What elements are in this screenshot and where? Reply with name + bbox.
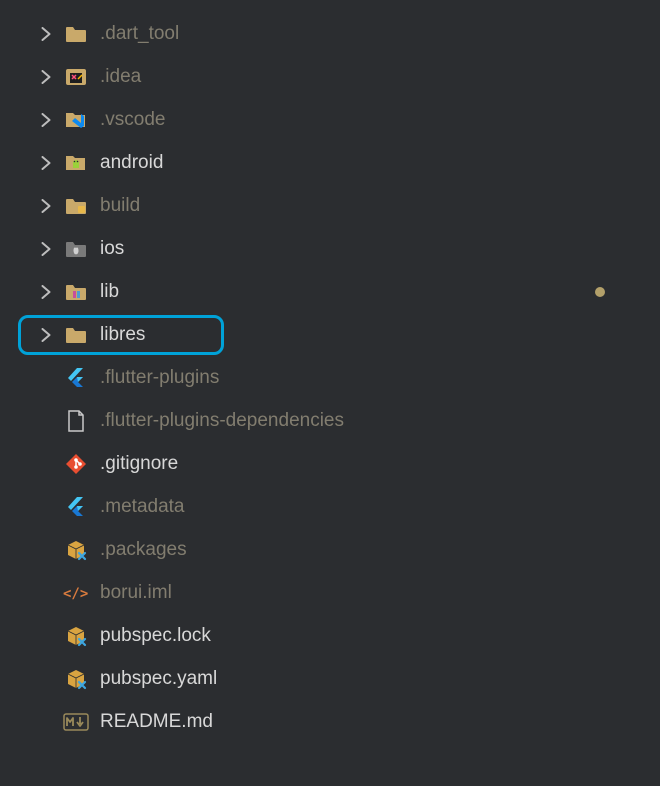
tree-item-label: .gitignore	[100, 453, 178, 475]
chevron-spacer	[36, 497, 56, 517]
flutter-icon	[62, 493, 90, 521]
tree-item--flutter-plugins-dependencies[interactable]: .flutter-plugins-dependencies	[18, 399, 595, 442]
modified-dot-icon	[595, 287, 605, 297]
tree-item-android[interactable]: android	[18, 141, 595, 184]
markdown-icon	[62, 708, 90, 736]
tree-item-label: android	[100, 152, 163, 174]
chevron-spacer	[36, 669, 56, 689]
file-tree: .dart_tool .idea .vscode android build ios lib…	[0, 0, 595, 743]
tree-item-label: libres	[100, 324, 145, 346]
tree-item-label: build	[100, 195, 140, 217]
chevron-spacer	[36, 583, 56, 603]
tree-item-pubspec-lock[interactable]: pubspec.lock	[18, 614, 595, 657]
package-icon	[62, 536, 90, 564]
tree-item-readme-md[interactable]: README.md	[18, 700, 595, 743]
git-icon	[62, 450, 90, 478]
chevron-right-icon[interactable]	[36, 196, 56, 216]
chevron-spacer	[36, 411, 56, 431]
package-icon	[62, 622, 90, 650]
iml-icon: </>	[62, 579, 90, 607]
tree-item-label: ios	[100, 238, 124, 260]
chevron-right-icon[interactable]	[36, 325, 56, 345]
tree-item--vscode[interactable]: .vscode	[18, 98, 595, 141]
tree-item-label: .flutter-plugins	[100, 367, 219, 389]
chevron-spacer	[36, 454, 56, 474]
svg-text:</>: </>	[63, 586, 88, 602]
chevron-right-icon[interactable]	[36, 110, 56, 130]
chevron-spacer	[36, 368, 56, 388]
chevron-spacer	[36, 540, 56, 560]
tree-item-label: pubspec.lock	[100, 625, 211, 647]
tree-item-build[interactable]: build	[18, 184, 595, 227]
tree-item-label: .dart_tool	[100, 23, 179, 45]
tree-item--idea[interactable]: .idea	[18, 55, 595, 98]
folder-android-icon	[62, 149, 90, 177]
tree-item-label: .vscode	[100, 109, 165, 131]
flutter-icon	[62, 364, 90, 392]
tree-item-label: .idea	[100, 66, 141, 88]
folder-build-icon	[62, 192, 90, 220]
tree-item-label: .metadata	[100, 496, 185, 518]
tree-item--packages[interactable]: .packages	[18, 528, 595, 571]
file-icon	[62, 407, 90, 435]
tree-item-label: .packages	[100, 539, 187, 561]
chevron-right-icon[interactable]	[36, 24, 56, 44]
tree-item-borui-iml[interactable]: </> borui.iml	[18, 571, 595, 614]
tree-item--metadata[interactable]: .metadata	[18, 485, 595, 528]
tree-item-label: README.md	[100, 711, 213, 733]
tree-item-ios[interactable]: ios	[18, 227, 595, 270]
tree-item-pubspec-yaml[interactable]: pubspec.yaml	[18, 657, 595, 700]
tree-item--gitignore[interactable]: .gitignore	[18, 442, 595, 485]
folder-generic-icon	[62, 321, 90, 349]
tree-item-libres[interactable]: libres	[18, 313, 595, 356]
folder-idea-icon	[62, 63, 90, 91]
tree-item--flutter-plugins[interactable]: .flutter-plugins	[18, 356, 595, 399]
tree-item-label: borui.iml	[100, 582, 172, 604]
chevron-right-icon[interactable]	[36, 153, 56, 173]
package-icon	[62, 665, 90, 693]
chevron-spacer	[36, 712, 56, 732]
chevron-right-icon[interactable]	[36, 239, 56, 259]
tree-item-lib[interactable]: lib	[18, 270, 595, 313]
tree-item--dart-tool[interactable]: .dart_tool	[18, 12, 595, 55]
folder-ios-icon	[62, 235, 90, 263]
tree-item-label: pubspec.yaml	[100, 668, 217, 690]
chevron-spacer	[36, 626, 56, 646]
chevron-right-icon[interactable]	[36, 67, 56, 87]
folder-generic-icon	[62, 20, 90, 48]
tree-item-label: lib	[100, 281, 119, 303]
folder-vscode-icon	[62, 106, 90, 134]
chevron-right-icon[interactable]	[36, 282, 56, 302]
folder-lib-icon	[62, 278, 90, 306]
tree-item-label: .flutter-plugins-dependencies	[100, 410, 344, 432]
